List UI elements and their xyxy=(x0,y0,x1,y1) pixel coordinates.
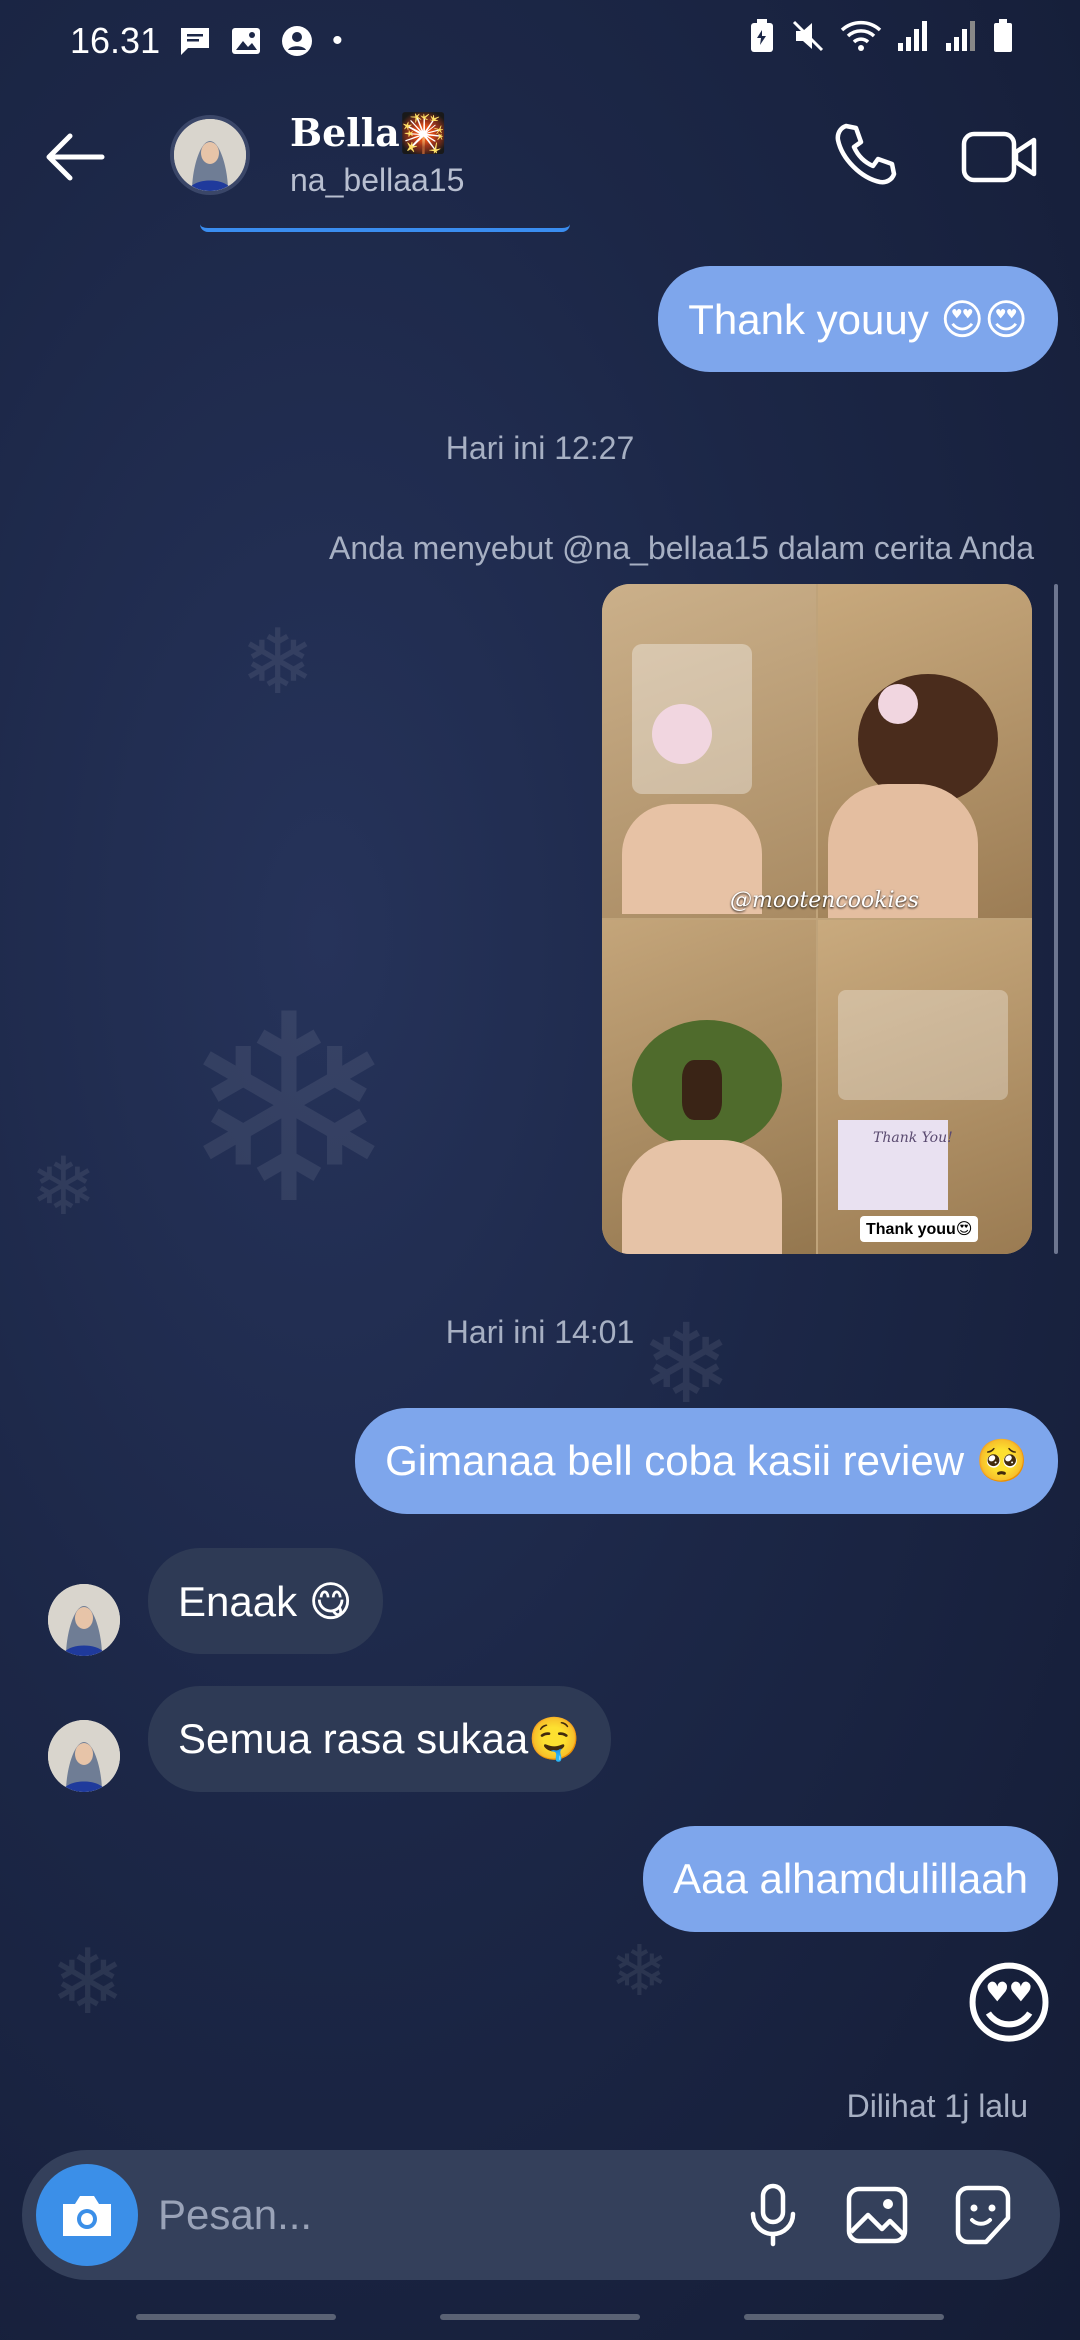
chat-header: Bella🎇 na_bellaa15 xyxy=(0,100,1080,220)
story-photo-cookie-bags xyxy=(602,584,816,918)
camera-icon xyxy=(63,2196,111,2236)
microphone-icon[interactable] xyxy=(738,2180,808,2250)
seen-status: Dilihat 1j lalu xyxy=(846,2088,1028,2124)
phone-call-icon[interactable] xyxy=(830,120,900,190)
story-card-text: Thank You! xyxy=(873,1130,953,1146)
status-time: 16.31 xyxy=(70,20,161,61)
wifi-icon xyxy=(840,20,882,51)
status-bar: 16.31 • xyxy=(0,0,1080,82)
battery-icon xyxy=(994,19,1012,52)
story-photo-chocolate-cookie xyxy=(818,584,1032,918)
snowflake-decoration: ❄ xyxy=(610,1930,669,2012)
story-sticker: Thank youu😍 xyxy=(860,1216,979,1242)
battery-saver-icon xyxy=(751,19,773,52)
message-composer xyxy=(22,2150,1060,2280)
signal-icon-2 xyxy=(946,21,975,51)
nav-back-button[interactable] xyxy=(744,2314,944,2320)
story-reply-bar xyxy=(1054,584,1058,1254)
status-dot: • xyxy=(332,24,343,57)
nav-recents-button[interactable] xyxy=(136,2314,336,2320)
story-photo-matcha-cookie xyxy=(602,920,816,1254)
nav-home-button[interactable] xyxy=(440,2314,640,2320)
outgoing-emoji-message[interactable]: 😍 xyxy=(962,1960,1056,2050)
back-arrow-icon[interactable] xyxy=(40,122,110,192)
message-timestamp: Hari ini 12:27 xyxy=(445,430,635,466)
account-notification-icon xyxy=(282,26,313,56)
incoming-message[interactable]: Enaak 😋 xyxy=(148,1548,383,1654)
profile-photo-icon xyxy=(48,1720,120,1792)
message-notification-icon xyxy=(181,28,210,55)
previous-message-edge xyxy=(200,224,570,232)
profile-photo-icon xyxy=(174,119,246,191)
profile-photo-icon xyxy=(48,1584,120,1656)
story-watermark: @mootencookies xyxy=(730,888,919,913)
video-call-icon[interactable] xyxy=(960,122,1040,192)
camera-button[interactable] xyxy=(36,2164,138,2266)
gallery-notification-icon xyxy=(232,28,261,54)
story-mention-preview[interactable]: Thank You! @mootencookies Thank youu😍 xyxy=(602,584,1032,1254)
story-photo-box-card: Thank You! xyxy=(818,920,1032,1254)
avatar[interactable] xyxy=(170,115,250,195)
avatar[interactable] xyxy=(48,1584,120,1656)
message-timestamp: Hari ini 14:01 xyxy=(445,1314,635,1350)
contact-name[interactable]: Bella🎇 xyxy=(290,110,447,156)
outgoing-message[interactable]: Thank youuy 😍😍 xyxy=(658,266,1058,372)
mute-icon xyxy=(792,20,824,52)
outgoing-message[interactable]: Gimanaa bell coba kasii review 🥺 xyxy=(355,1408,1058,1514)
contact-username[interactable]: na_bellaa15 xyxy=(290,162,464,199)
snowflake-decoration: ❄ xyxy=(240,610,316,715)
story-mention-label: Anda menyebut @na_bellaa15 dalam cerita … xyxy=(329,530,1034,566)
signal-icon xyxy=(898,21,927,51)
incoming-message[interactable]: Semua rasa sukaa🤤 xyxy=(148,1686,611,1792)
snowflake-decoration: ❄ xyxy=(30,1140,98,1233)
message-input[interactable] xyxy=(158,2180,578,2250)
snowflake-decoration: ❄ xyxy=(180,960,398,1262)
avatar[interactable] xyxy=(48,1720,120,1792)
gallery-icon[interactable] xyxy=(842,2180,912,2250)
sticker-icon[interactable] xyxy=(948,2180,1018,2250)
snowflake-decoration: ❄ xyxy=(50,1930,126,2035)
outgoing-message[interactable]: Aaa alhamdulillaah xyxy=(643,1826,1058,1932)
